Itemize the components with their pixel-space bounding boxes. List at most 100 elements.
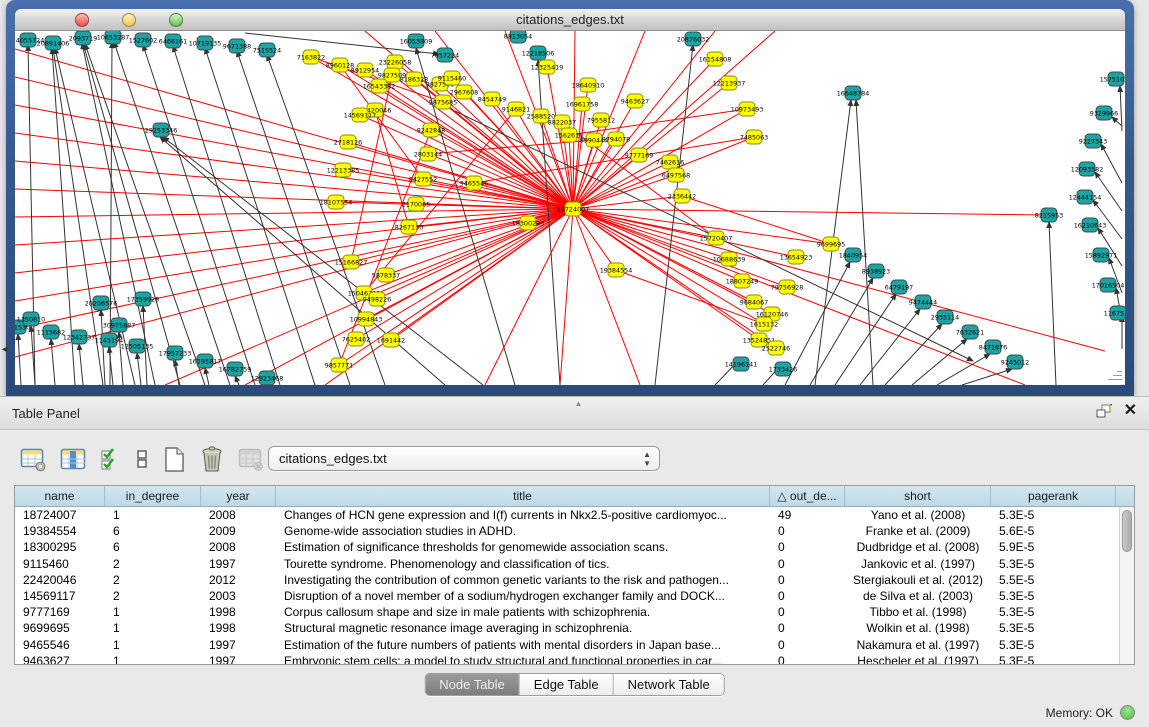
float-panel-icon[interactable] [1096,404,1112,419]
graph-node[interactable]: 10719135 [189,36,222,50]
graph-node[interactable]: 9671388 [223,39,251,53]
graph-node[interactable]: 9245012 [1001,355,1029,369]
graph-node[interactable]: 12505135 [121,339,154,353]
graph-node[interactable]: 2170065 [402,197,430,211]
table-header-row[interactable]: namein_degreeyeartitle△ out_de...shortpa… [15,486,1134,507]
graph-node[interactable]: 8427552 [409,172,437,186]
graph-edge[interactable] [937,354,990,385]
graph-edge[interactable] [79,344,83,385]
tab-node-table[interactable]: Node Table [425,674,520,695]
table-row[interactable]: 977716911998Corpus callosum shape and si… [15,604,1134,620]
graph-node[interactable]: 17016504 [1092,278,1125,292]
tab-edge-table[interactable]: Edge Table [520,674,614,695]
graph-node[interactable]: 17957233 [159,346,192,360]
delete-column-trash-button[interactable] [199,445,225,473]
graph-edge[interactable] [1049,222,1056,385]
graph-node[interactable]: 12342737 [63,330,96,344]
graph-edge[interactable] [573,209,640,385]
graph-edge[interactable] [18,334,21,385]
minimize-window-icon[interactable] [122,13,136,27]
graph-edge[interactable] [339,130,431,365]
splitter-handle-icon[interactable]: ▲ [575,399,583,408]
graph-edge[interactable] [339,209,573,365]
graph-edge[interactable] [885,324,942,385]
graph-node[interactable]: 12218506 [522,46,555,60]
graph-node[interactable]: 13654923 [780,250,813,264]
graph-node[interactable]: 16195817 [189,354,222,368]
table-row[interactable]: 969969511998Structural magnetic resonanc… [15,620,1134,636]
graph-edge[interactable] [856,100,873,385]
graph-node[interactable]: 8471876 [979,340,1007,354]
column-header-out_de[interactable]: △ out_de... [770,486,845,506]
graph-node[interactable]: 9699695 [817,237,845,251]
graph-node[interactable]: 6479197 [885,280,913,294]
table-row[interactable]: 946554611997Estimation of the future num… [15,637,1134,653]
scrollbar-thumb[interactable] [1122,510,1132,552]
graph-node[interactable]: 7632621 [956,325,984,339]
graph-node[interactable]: 16648784 [837,86,870,100]
show-columns-button[interactable] [60,447,87,472]
delete-table-button-disabled[interactable] [238,447,265,472]
graph-edge[interactable] [235,376,239,385]
column-header-pagerank[interactable]: pagerank [991,486,1116,506]
table-row[interactable]: 1830029562008Estimation of significance … [15,539,1134,555]
graph-node[interactable]: 12213385 [327,163,360,177]
graph-node[interactable]: 15751074 [1100,72,1125,86]
graph-node[interactable]: 8215953 [1035,208,1063,222]
graph-edge[interactable] [15,209,573,301]
table-body[interactable]: 1872400712008Changes of HCN gene express… [15,507,1134,664]
table-row[interactable]: 1872400712008Changes of HCN gene express… [15,507,1134,523]
graph-node[interactable]: 1115682 [37,325,65,339]
graph-edge[interactable] [15,133,573,209]
graph-node[interactable]: 7485063 [740,130,768,144]
graph-node[interactable]: 9463627 [621,94,649,108]
graph-node[interactable]: 8912954 [351,63,379,77]
graph-node[interactable]: 16210643 [1074,218,1107,232]
row-height-button[interactable] [135,447,149,472]
graph-edge[interactable] [15,209,573,217]
graph-node[interactable]: 7625402 [342,332,370,346]
graph-node[interactable]: 16782759 [219,362,252,376]
close-panel-icon[interactable]: ✕ [1124,403,1137,419]
graph-edge[interactable] [835,294,896,385]
graph-node[interactable]: 2093719 [69,31,97,45]
graph-edge[interactable] [810,278,873,385]
graph-node[interactable]: 9227343 [1079,134,1107,148]
table-row[interactable]: 911546021997Tourette syndrome. Phenomeno… [15,556,1134,572]
graph-edge[interactable] [51,339,55,385]
graph-node[interactable]: 19384554 [600,263,633,277]
graph-node[interactable]: 18640910 [572,78,605,92]
graph-node[interactable]: 16961758 [566,97,599,111]
graph-node[interactable]: 18107554 [320,195,353,209]
graph-edge[interactable] [1101,144,1122,183]
graph-node[interactable]: 30975887 [103,318,136,332]
zoom-window-icon[interactable] [169,13,183,27]
graph-edge[interactable] [573,209,1105,351]
graph-node[interactable]: 7515524 [253,43,281,57]
table-mode-button[interactable] [20,447,47,472]
table-row[interactable]: 946362711997Embryonic stem cells: a mode… [15,653,1134,664]
graph-edge[interactable] [560,209,573,385]
table-row[interactable]: 2242004622012Investigating the contribut… [15,572,1134,588]
graph-node[interactable]: 9474444 [909,295,937,309]
graph-node[interactable]: 1527602 [129,33,157,47]
table-row[interactable]: 1938455462009Genome-wide association stu… [15,523,1134,539]
select-all-checks-button[interactable] [100,447,122,472]
graph-node[interactable]: 12213937 [713,76,746,90]
vertical-scrollbar[interactable] [1119,507,1134,664]
graph-node[interactable]: 14196141 [725,357,758,371]
graph-edge[interactable] [175,360,179,385]
graph-edge[interactable] [573,209,1049,215]
graph-node[interactable]: 79756928 [771,280,804,294]
column-header-name[interactable]: name [15,486,105,506]
graph-node[interactable]: 7163822 [297,50,325,64]
graph-edge[interactable] [1112,117,1122,126]
column-header-title[interactable]: title [276,486,770,506]
graph-edge[interactable] [205,48,315,385]
graph-node[interactable]: 2336442 [668,189,696,203]
graph-node[interactable]: 6497568 [662,168,690,182]
graph-node[interactable]: 1167532 [1104,306,1125,320]
column-header-short[interactable]: short [845,486,991,506]
graph-node[interactable]: 8813054 [504,31,532,43]
table-row[interactable]: 1456911722003Disruption of a novel membe… [15,588,1134,604]
